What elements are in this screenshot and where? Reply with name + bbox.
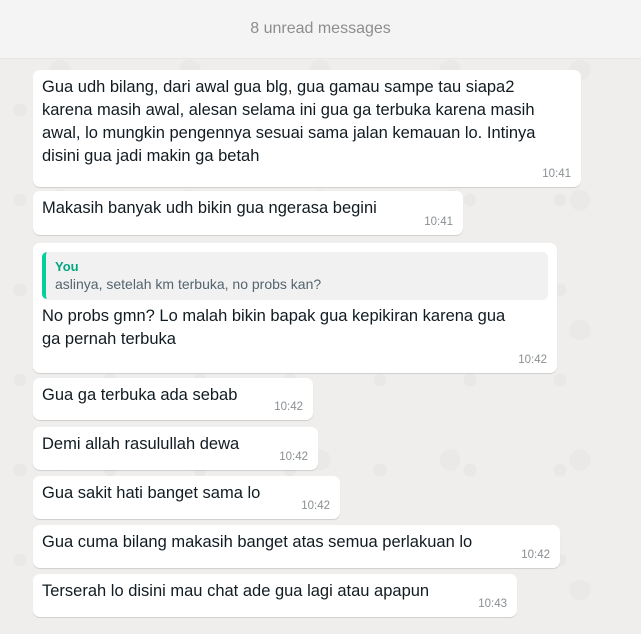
message-bubble[interactable]: Demi allah rasulullah dewa 10:42 <box>33 427 318 470</box>
message-bubble[interactable]: Gua sakit hati banget sama lo 10:42 <box>33 476 340 519</box>
message-timestamp: 10:42 <box>521 549 550 561</box>
message-timestamp: 10:41 <box>542 168 571 180</box>
message-timestamp: 10:43 <box>478 598 507 610</box>
message-text: Terserah lo disini mau chat ade gua lagi… <box>42 582 430 600</box>
message-bubble[interactable]: Gua udh bilang, dari awal gua blg, gua g… <box>33 70 581 187</box>
message-timestamp: 10:42 <box>279 451 308 463</box>
message-text: Makasih banyak udh bikin gua ngerasa beg… <box>42 199 377 217</box>
message-bubble[interactable]: Makasih banyak udh bikin gua ngerasa beg… <box>33 191 463 235</box>
quoted-reply[interactable]: You aslinya, setelah km terbuka, no prob… <box>42 252 548 299</box>
unread-count-label: 8 unread messages <box>250 20 391 37</box>
message-timestamp: 10:41 <box>424 216 453 228</box>
message-bubble[interactable]: Gua ga terbuka ada sebab 10:42 <box>33 378 313 420</box>
message-text: Gua cuma bilang makasih banget atas semu… <box>42 533 473 551</box>
message-bubble[interactable]: Terserah lo disini mau chat ade gua lagi… <box>33 574 517 617</box>
message-text: No probs gmn? Lo malah bikin bapak gua k… <box>42 307 506 348</box>
message-timestamp: 10:42 <box>274 401 303 413</box>
message-text: Gua sakit hati banget sama lo <box>42 484 261 502</box>
message-timestamp: 10:42 <box>301 500 330 512</box>
message-text: Demi allah rasulullah dewa <box>42 435 240 453</box>
message-bubble[interactable]: You aslinya, setelah km terbuka, no prob… <box>33 243 557 373</box>
quoted-reply-text: aslinya, setelah km terbuka, no probs ka… <box>55 276 322 292</box>
unread-messages-banner: 8 unread messages <box>0 0 641 59</box>
quoted-reply-author: You <box>55 259 79 274</box>
message-text: Gua udh bilang, dari awal gua blg, gua g… <box>42 78 536 165</box>
chat-panel: 8 unread messages Gua udh bilang, dari a… <box>0 0 641 634</box>
message-text: Gua ga terbuka ada sebab <box>42 386 238 404</box>
message-timestamp: 10:42 <box>518 354 547 366</box>
message-bubble[interactable]: Gua cuma bilang makasih banget atas semu… <box>33 525 560 568</box>
